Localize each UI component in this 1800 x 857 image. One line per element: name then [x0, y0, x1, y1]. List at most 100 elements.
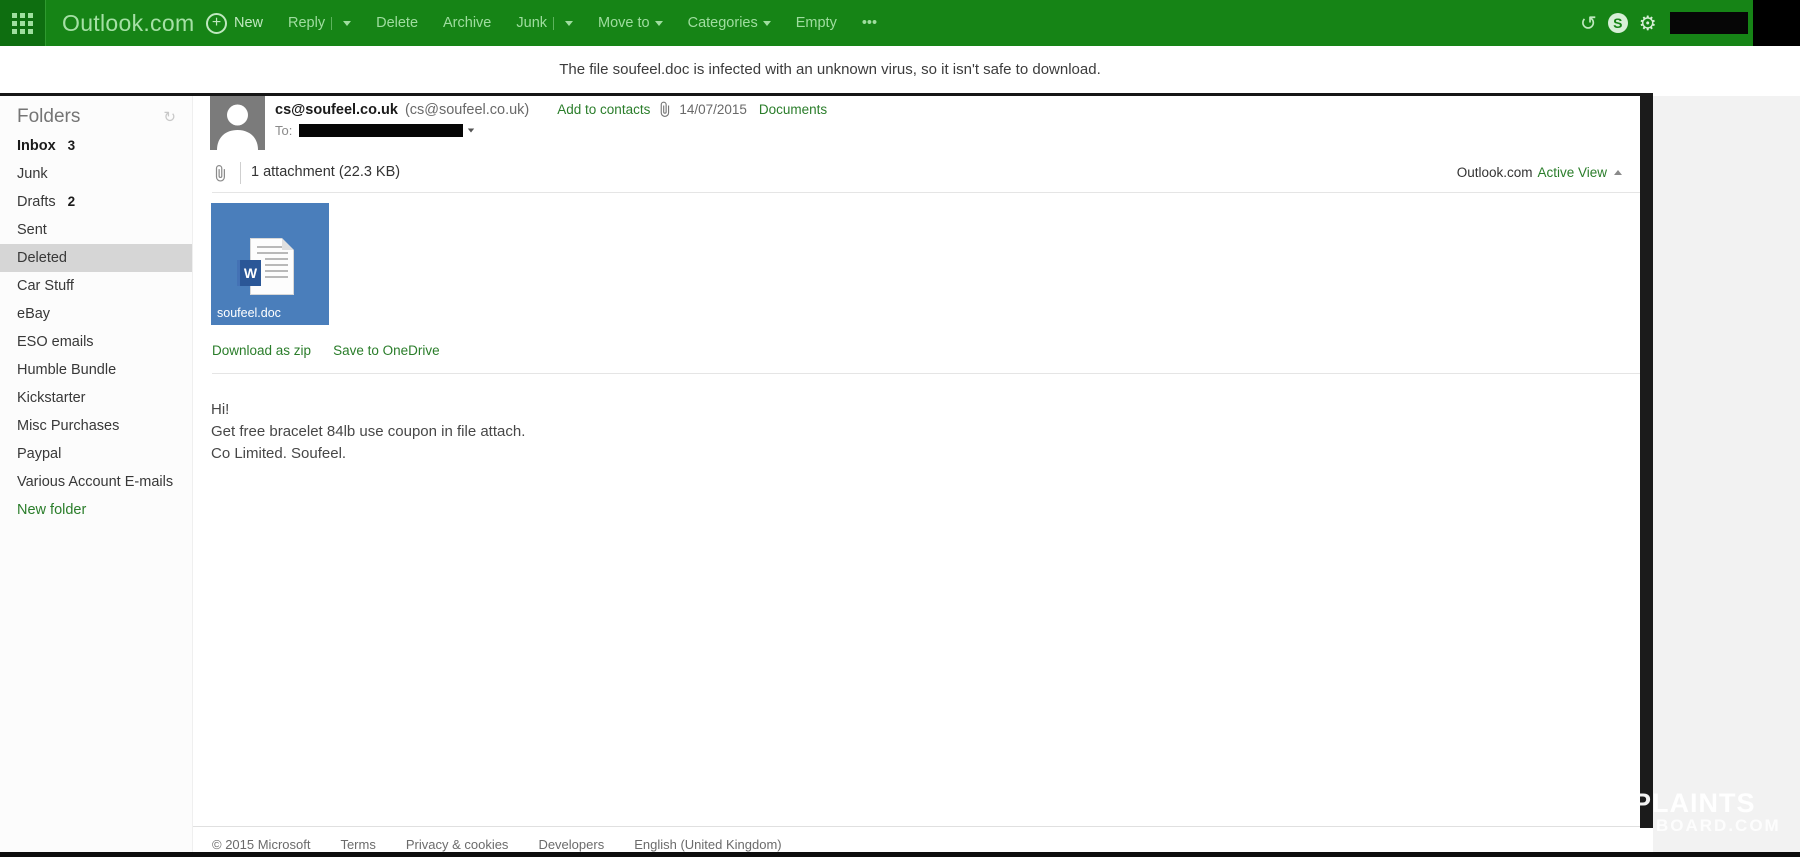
- folder-label: Car Stuff: [17, 278, 74, 294]
- sidebar-item-sent[interactable]: Sent: [0, 216, 192, 244]
- copyright-text: © 2015 Microsoft: [212, 837, 310, 852]
- new-button-label: New: [234, 15, 263, 31]
- toolbar-divider: [331, 17, 332, 30]
- toolbar: + New Reply Delete Archive Junk Move to …: [206, 0, 877, 46]
- privacy-cookies-link[interactable]: Privacy & cookies: [406, 837, 509, 852]
- unread-count-badge: 3: [68, 138, 76, 153]
- folder-label: Sent: [17, 222, 47, 238]
- folder-label: Humble Bundle: [17, 362, 116, 378]
- folder-label: Kickstarter: [17, 390, 86, 406]
- to-label: To:: [275, 123, 292, 138]
- virus-warning-text: The file soufeel.doc is infected with an…: [559, 61, 1101, 78]
- folder-label: Junk: [17, 166, 48, 182]
- body-line: Hi!: [211, 399, 525, 421]
- refresh-icon[interactable]: ↻: [163, 108, 176, 126]
- move-to-label: Move to: [598, 15, 650, 31]
- new-folder-link[interactable]: New folder: [0, 496, 192, 524]
- add-to-contacts-link[interactable]: Add to contacts: [557, 102, 650, 117]
- message-date: 14/07/2015: [679, 102, 747, 117]
- sidebar-item-kickstarter[interactable]: Kickstarter: [0, 384, 192, 412]
- category-documents-link[interactable]: Documents: [759, 102, 827, 117]
- word-w-badge-icon: W: [237, 260, 261, 286]
- toolbar-more-button[interactable]: •••: [862, 15, 877, 31]
- active-view-label: Active View: [1537, 165, 1607, 180]
- language-selector[interactable]: English (United Kingdom): [634, 837, 781, 852]
- toolbar-reply-button[interactable]: Reply: [288, 15, 351, 31]
- app-launcher-button[interactable]: [0, 0, 46, 46]
- message-body: Hi! Get free bracelet 84lb use coupon in…: [211, 399, 525, 465]
- folder-label: Misc Purchases: [17, 418, 119, 434]
- sender-address-full: (cs@soufeel.co.uk): [405, 102, 529, 118]
- sidebar-item-misc-purchases[interactable]: Misc Purchases: [0, 412, 192, 440]
- right-gray-panel: [1653, 96, 1800, 852]
- chevron-down-icon: [655, 21, 663, 26]
- attachment-summary: 1 attachment (22.3 KB): [251, 164, 400, 180]
- skype-icon[interactable]: S: [1608, 13, 1628, 33]
- save-to-onedrive-link[interactable]: Save to OneDrive: [333, 343, 440, 358]
- folders-sidebar: Folders ↻ Inbox 3 Junk Drafts2 Sent Delet…: [0, 96, 193, 852]
- content-edge-bar: [1640, 93, 1653, 828]
- toolbar-divider: [553, 17, 554, 30]
- chevron-down-icon[interactable]: [343, 21, 351, 26]
- separator-line: [212, 192, 1640, 193]
- folder-label: Paypal: [17, 446, 61, 462]
- active-view-control: Outlook.com Active View: [1457, 165, 1622, 180]
- topbar-right-icons: ↺ S ⚙: [1580, 0, 1657, 46]
- toolbar-empty-button[interactable]: Empty: [796, 15, 837, 31]
- gear-icon[interactable]: ⚙: [1639, 11, 1657, 36]
- developers-link[interactable]: Developers: [538, 837, 604, 852]
- toolbar-junk-button[interactable]: Junk: [516, 15, 573, 31]
- redacted-username[interactable]: [1670, 12, 1748, 34]
- download-as-zip-link[interactable]: Download as zip: [212, 343, 311, 358]
- reply-label: Reply: [288, 15, 325, 31]
- watermark-subtext: BOARD.COM: [1656, 816, 1781, 836]
- folder-label: ESO emails: [17, 334, 94, 350]
- empty-label: Empty: [796, 15, 837, 31]
- paperclip-icon: [658, 101, 671, 118]
- draft-count-badge: 2: [68, 194, 76, 209]
- sidebar-item-various-account-emails[interactable]: Various Account E-mails: [0, 468, 192, 496]
- sidebar-item-humble-bundle[interactable]: Humble Bundle: [0, 356, 192, 384]
- sidebar-item-junk[interactable]: Junk: [0, 160, 192, 188]
- watermark-text: COMPLAINTS: [1567, 788, 1756, 819]
- undo-icon[interactable]: ↺: [1580, 11, 1597, 36]
- brand-logo[interactable]: Outlook.com: [62, 0, 194, 46]
- sidebar-item-drafts[interactable]: Drafts2: [0, 188, 192, 216]
- chevron-down-icon[interactable]: [565, 21, 573, 26]
- paperclip-icon: [213, 164, 227, 188]
- terms-link[interactable]: Terms: [340, 837, 375, 852]
- collapse-chevron-up-icon[interactable]: [1614, 170, 1622, 175]
- virus-warning-banner: The file soufeel.doc is infected with an…: [0, 46, 1800, 93]
- folder-label: Various Account E-mails: [17, 474, 173, 490]
- page-fold-corner: [282, 238, 294, 250]
- categories-label: Categories: [688, 15, 758, 31]
- redacted-recipient: [299, 124, 463, 137]
- new-button[interactable]: + New: [206, 13, 263, 34]
- apps-grid-icon: [12, 13, 33, 34]
- toolbar-delete-button[interactable]: Delete: [376, 15, 418, 31]
- archive-label: Archive: [443, 15, 491, 31]
- junk-label: Junk: [516, 15, 547, 31]
- sidebar-item-eso-emails[interactable]: ESO emails: [0, 328, 192, 356]
- sidebar-item-deleted[interactable]: Deleted: [0, 244, 192, 272]
- sidebar-item-inbox[interactable]: Inbox 3: [0, 132, 192, 160]
- person-silhouette-icon: [210, 96, 265, 150]
- sidebar-item-car-stuff[interactable]: Car Stuff: [0, 272, 192, 300]
- toolbar-move-to-button[interactable]: Move to: [598, 15, 663, 31]
- sender-address[interactable]: cs@soufeel.co.uk: [275, 102, 398, 118]
- attachment-header-row: 1 attachment (22.3 KB) Outlook.com Activ…: [193, 160, 1640, 188]
- attachment-tile[interactable]: W soufeel.doc: [211, 203, 329, 325]
- page-footer: © 2015 Microsoft Terms Privacy & cookies…: [193, 826, 1640, 852]
- bottom-black-strip: [0, 852, 1800, 857]
- folder-label: Inbox: [17, 138, 56, 154]
- body-line: Co Limited. Soufeel.: [211, 443, 525, 465]
- toolbar-archive-button[interactable]: Archive: [443, 15, 491, 31]
- ellipsis-icon: •••: [862, 15, 877, 31]
- expand-recipients-chevron-icon[interactable]: [468, 129, 474, 133]
- folders-heading: Folders: [17, 106, 80, 128]
- sidebar-item-paypal[interactable]: Paypal: [0, 440, 192, 468]
- body-line: Get free bracelet 84lb use coupon in fil…: [211, 421, 525, 443]
- sidebar-item-ebay[interactable]: eBay: [0, 300, 192, 328]
- toolbar-categories-button[interactable]: Categories: [688, 15, 771, 31]
- top-bar: Outlook.com + New Reply Delete Archive J…: [0, 0, 1800, 46]
